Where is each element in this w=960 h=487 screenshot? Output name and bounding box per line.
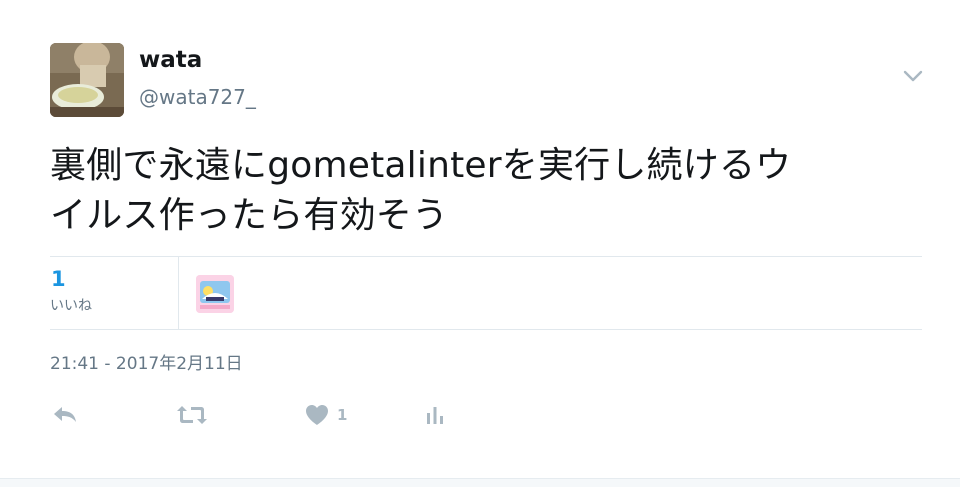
- analytics-button[interactable]: [425, 400, 445, 430]
- reply-icon: [52, 404, 78, 426]
- retweet-button[interactable]: [176, 400, 208, 430]
- bottom-strip: [0, 478, 960, 487]
- chevron-down-icon[interactable]: [900, 66, 926, 86]
- like-count: 1: [337, 406, 348, 424]
- tweet-card: wata @wata727_ 裏側で永遠にgometalinterを実行し続ける…: [0, 0, 960, 478]
- heart-icon: [305, 404, 329, 426]
- tweet-text: 裏側で永遠にgometalinterを実行し続けるウ イルス作ったら有効そう: [50, 141, 910, 241]
- user-avatar[interactable]: [50, 43, 124, 117]
- analytics-icon: [425, 404, 445, 426]
- liker-avatar[interactable]: [196, 275, 234, 313]
- likes-label[interactable]: いいね: [50, 296, 92, 316]
- tweet-timestamp[interactable]: 21:41 - 2017年2月11日: [50, 352, 243, 376]
- tweet-text-line-1: 裏側で永遠にgometalinterを実行し続けるウ: [50, 145, 792, 186]
- stats-divider-top: [50, 256, 922, 257]
- retweet-icon: [176, 404, 208, 426]
- stats-vertical-divider: [178, 257, 179, 329]
- likes-count[interactable]: 1: [51, 266, 66, 292]
- user-name[interactable]: wata: [139, 44, 202, 76]
- tweet-text-line-2: イルス作ったら有効そう: [50, 195, 449, 236]
- reply-button[interactable]: [52, 400, 78, 430]
- like-button[interactable]: 1: [305, 400, 347, 430]
- user-handle[interactable]: @wata727_: [139, 83, 256, 111]
- stats-divider-bottom: [50, 329, 922, 330]
